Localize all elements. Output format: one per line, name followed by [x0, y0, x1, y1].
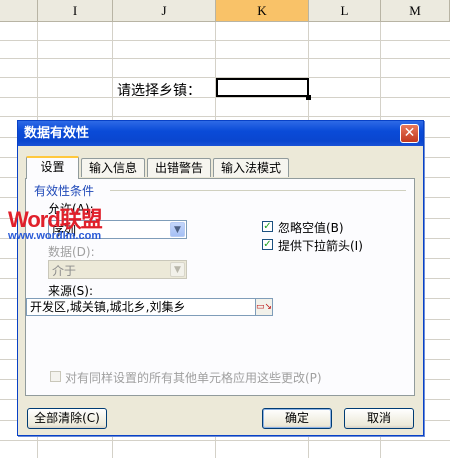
clear-all-button[interactable]: 全部清除(C) [27, 408, 107, 429]
grid-line [0, 116, 450, 117]
grid-line [0, 440, 450, 441]
data-value: 介于 [52, 264, 77, 278]
grid-line [0, 97, 450, 98]
grid-line [0, 40, 450, 41]
apply-all-checkbox [50, 371, 61, 382]
group-divider [110, 190, 406, 191]
chevron-down-icon[interactable]: ▼ [170, 222, 185, 237]
tab-input-message[interactable]: 输入信息 [81, 158, 145, 177]
column-header-k[interactable]: K [216, 0, 309, 22]
chevron-down-icon: ▼ [170, 262, 185, 277]
close-icon[interactable]: ✕ [400, 124, 419, 143]
data-label: 数据(D): [48, 245, 95, 259]
column-header-j[interactable]: J [113, 0, 216, 22]
dropdown-arrow-label[interactable]: 提供下拉箭头(I) [278, 237, 363, 254]
allow-value: 序列 [52, 224, 77, 238]
dialog-title: 数据有效性 [24, 126, 90, 141]
column-header-m[interactable]: M [381, 0, 450, 22]
fill-handle[interactable] [306, 95, 311, 100]
collapse-dialog-icon[interactable]: ▭↘ [255, 298, 273, 316]
cancel-button[interactable]: 取消 [344, 408, 414, 429]
prompt-cell[interactable]: 请选择乡镇： [117, 80, 201, 100]
column-header-i[interactable]: I [38, 0, 113, 22]
column-header-blank[interactable] [0, 0, 38, 22]
dialog-title-bar[interactable]: 数据有效性 [18, 121, 423, 146]
grid-line [0, 58, 450, 59]
tab-ime-mode[interactable]: 输入法模式 [213, 158, 289, 177]
column-header-l[interactable]: L [309, 0, 381, 22]
apply-all-label: 对有同样设置的所有其他单元格应用这些更改(P) [65, 371, 322, 385]
tab-error-alert[interactable]: 出错警告 [147, 158, 211, 177]
allow-select[interactable]: 序列 ▼ [48, 220, 187, 239]
dropdown-arrow-checkbox[interactable]: ✓ [262, 239, 273, 250]
tab-settings[interactable]: 设置 [26, 156, 79, 179]
ignore-blank-checkbox[interactable]: ✓ [262, 221, 273, 232]
source-label: 来源(S): [48, 284, 94, 298]
ignore-blank-label[interactable]: 忽略空值(B) [278, 219, 344, 236]
validation-criteria-title: 有效性条件 [34, 184, 95, 198]
data-select: 介于 ▼ [48, 260, 187, 279]
selected-cell[interactable] [216, 78, 309, 97]
ok-button[interactable]: 确定 [262, 408, 332, 429]
allow-label: 允许(A): [48, 202, 94, 216]
source-input[interactable]: 开发区,城关镇,城北乡,刘集乡 [26, 298, 256, 316]
